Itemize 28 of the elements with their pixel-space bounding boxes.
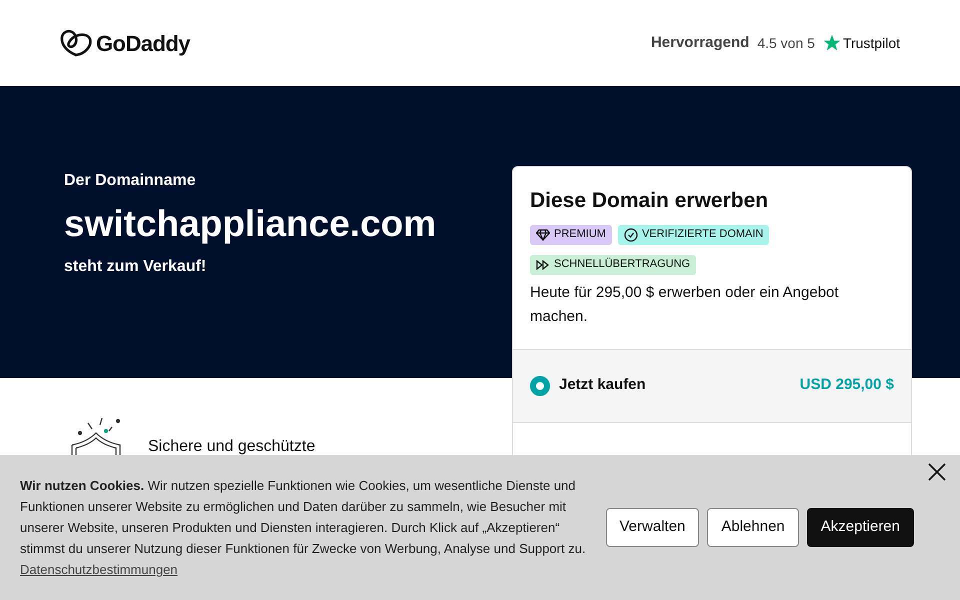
badge: SCHNELLÜBERTRAGUNG	[530, 254, 696, 274]
option-label: Jetzt kaufen	[559, 375, 646, 396]
rating-score: 4.5 von 5	[757, 34, 815, 52]
rating-label: Hervorragend	[650, 32, 750, 53]
cookie-text: Wir nutzen Cookies. Wir nutzen spezielle Funktionen wie Cookies, um wesentliche Dienste und Funktionen unserer Website zu ermöglichen und Daten darüber zu sammeln, wie Besucher mit unserer Website, unseren Produkten und Diensten interagieren. Durch Klick auf „Akzeptieren“ stimmst du unserer Nutzung dieser Funktionen für Zwecke von Werbung, Analyse und Support zu. Datenschutzbestimmungen	[20, 477, 587, 579]
domain-name: switchappliance.com	[64, 202, 436, 246]
fast-forward-icon	[536, 260, 550, 270]
cookie-button[interactable]: Verwalten	[606, 508, 700, 547]
radio-button[interactable]	[530, 376, 550, 396]
hero-subtitle: steht zum Verkauf!	[64, 257, 208, 278]
badge: VERIFIZIERTE DOMAIN	[618, 224, 770, 244]
logo-icon	[60, 29, 92, 57]
hero-eyebrow: Der Domainname	[64, 171, 197, 191]
star-icon	[822, 34, 841, 52]
privacy-link[interactable]: Datenschutzbestimmungen	[20, 562, 178, 577]
option-price: USD 295,00 $	[800, 375, 894, 396]
card-description: Heute für 295,00 $ erwerben oder ein Angebot machen.	[530, 282, 840, 326]
feature-text: Sichere und geschützte	[148, 437, 316, 458]
badge: PREMIUM	[530, 224, 612, 244]
close-icon[interactable]	[928, 463, 946, 481]
check-circle-icon	[624, 228, 638, 242]
cookie-button[interactable]: Ablehnen	[707, 508, 799, 547]
trustpilot-brand: Trustpilot	[842, 34, 900, 53]
diamond-icon	[536, 228, 550, 240]
card-title: Diese Domain erwerben	[530, 188, 770, 214]
purchase-option[interactable]: Jetzt kaufen USD 295,00 $	[513, 348, 911, 422]
logo-text[interactable]: GoDaddy	[96, 26, 190, 60]
cookie-button[interactable]: Akzeptieren	[806, 508, 914, 547]
